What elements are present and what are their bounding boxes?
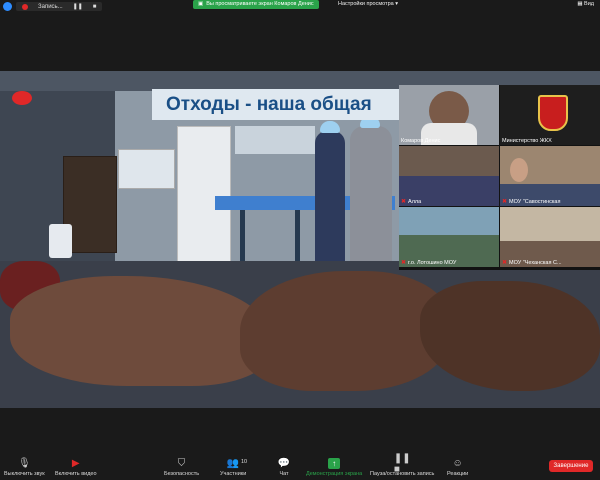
view-options-label: Настройки просмотра [338, 1, 394, 7]
share-screen-icon: ↑ [328, 458, 341, 469]
participant-name: ✖ г.о. Лотошино МОУ [401, 259, 457, 267]
participant-tile[interactable]: ✖ г.о. Лотошино МОУ [399, 207, 499, 267]
background-barrel [49, 224, 72, 258]
stop-record-icon[interactable]: ■ [93, 4, 97, 10]
participant-tile[interactable]: ✖ МОУ "Савостинская [500, 146, 600, 206]
pause-record-label: Пауза/остановить запись [370, 471, 435, 477]
logo-mark [12, 91, 32, 105]
person-figure [350, 126, 392, 276]
participant-name: Комаров Денис [401, 138, 441, 144]
reactions-label: Реакции [447, 471, 469, 477]
participants-icon: 👥 [226, 458, 240, 469]
participant-gallery: Комаров Денис Министерство ЖКХ ✖ Алла ✖ МО… [399, 85, 600, 270]
top-bar: Запись... ❚❚ ■ ▣ Вы просматриваете экран… [0, 0, 600, 14]
participant-name: ✖ МОУ "Чеханская С... [502, 259, 562, 267]
video-button[interactable]: ▶ Включить видео [55, 458, 97, 477]
muted-mic-icon: ✖ [401, 199, 407, 205]
pause-record-icon[interactable]: ❚❚ [73, 3, 83, 10]
recording-indicator: Запись... ❚❚ ■ [3, 2, 103, 11]
participant-tile[interactable]: Комаров Денис [399, 85, 499, 145]
pause-stop-icon: ❚❚ ■ [393, 452, 411, 475]
record-label: Запись... [38, 3, 63, 10]
coat-of-arms-icon [538, 95, 568, 131]
participants-count: 10 [241, 459, 248, 465]
security-label: Безопасность [164, 471, 200, 477]
microphone-icon: 🎙 [17, 458, 31, 469]
mute-button[interactable]: 🎙 Выключить звук [4, 458, 45, 477]
video-off-icon: ▶ [71, 458, 80, 469]
floor-debris [240, 271, 450, 391]
chat-button[interactable]: 💬 Чат [278, 458, 290, 477]
participant-face [510, 158, 528, 182]
chat-icon: 💬 [277, 458, 291, 469]
record-dot-icon [22, 3, 28, 10]
participant-tile[interactable]: Министерство ЖКХ [500, 85, 600, 145]
participants-label: Участники [220, 471, 247, 477]
screen-share-notice: ▣ Вы просматриваете экран Комаров Денис [193, 0, 319, 9]
participant-name: ✖ МОУ "Савостинская [502, 198, 561, 206]
record-box[interactable]: Запись... ❚❚ ■ [16, 2, 103, 11]
muted-mic-icon: ✖ [502, 260, 508, 266]
participant-tile[interactable]: ✖ Алла [399, 146, 499, 206]
participant-name: Министерство ЖКХ [502, 138, 552, 144]
video-label: Включить видео [55, 471, 97, 477]
view-options-button[interactable]: Настройки просмотра ▾ [338, 1, 398, 7]
security-button[interactable]: ⛉ Безопасность [164, 458, 199, 477]
grid-icon: ▦ [577, 1, 583, 7]
mute-label: Выключить звук [4, 471, 45, 477]
share-notice-text: Вы просматриваете экран Комаров Денис [206, 1, 314, 7]
end-meeting-button[interactable]: Завершение [549, 460, 593, 472]
zoom-shield-icon [3, 2, 12, 11]
share-screen-button[interactable]: ↑ Демонстрация экрана [306, 458, 362, 477]
chat-label: Чат [279, 471, 289, 477]
view-button-label: Вид [584, 1, 594, 7]
share-screen-label: Демонстрация экрана [306, 471, 363, 477]
background-window [235, 126, 315, 154]
slide-banner: Отходы - наша общая [152, 89, 400, 120]
muted-mic-icon: ✖ [401, 260, 407, 266]
shield-icon: ⛉ [177, 458, 186, 469]
background-poster [118, 149, 175, 189]
view-button[interactable]: ▦ Вид [577, 1, 594, 7]
participant-tile[interactable]: ✖ МОУ "Чеханская С... [500, 207, 600, 267]
reactions-button[interactable]: ☺ Реакции [447, 458, 468, 477]
pause-record-button[interactable]: ❚❚ ■ Пауза/остановить запись [370, 452, 435, 478]
reaction-icon: ☺ [452, 458, 463, 469]
hair-cap [320, 121, 340, 133]
person-figure [315, 131, 345, 271]
muted-mic-icon: ✖ [502, 199, 508, 205]
share-status-icon: ▣ [198, 1, 204, 7]
participant-name: ✖ Алла [401, 198, 422, 206]
